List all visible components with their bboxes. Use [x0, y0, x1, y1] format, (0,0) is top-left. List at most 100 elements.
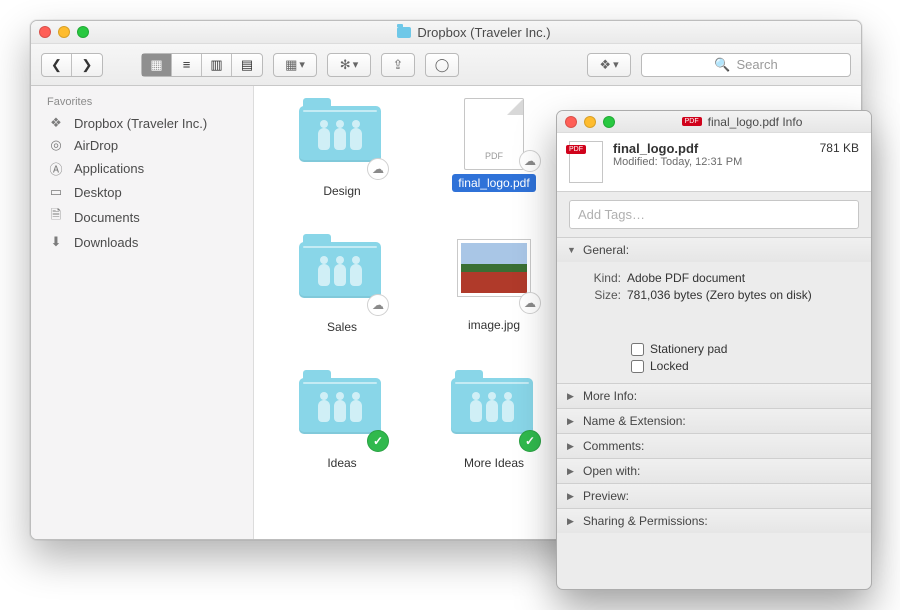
cloud-badge-icon: ☁	[519, 150, 541, 172]
view-icon-grid[interactable]: ▦	[142, 54, 172, 76]
desktop-icon: ▭	[47, 184, 65, 200]
pdf-badge-icon: PDF	[682, 117, 702, 126]
minimize-window-button[interactable]	[58, 26, 70, 38]
locked-checkbox[interactable]: Locked	[631, 359, 857, 373]
window-controls	[565, 116, 615, 128]
sidebar-item-applications[interactable]: Ⓐ Applications	[31, 156, 253, 181]
pdf-icon-label: PDF	[465, 151, 523, 161]
file-final-logo-pdf[interactable]: PDF ☁ final_logo.pdf	[424, 98, 564, 200]
stationery-checkbox[interactable]: Stationery pad	[631, 342, 857, 356]
kind-value: Adobe PDF document	[627, 271, 745, 285]
folder-icon	[299, 106, 381, 162]
window-title-text: Dropbox (Traveler Inc.)	[417, 25, 550, 40]
search-icon: 🔍	[714, 57, 730, 73]
info-window: PDF final_logo.pdf Info PDF final_logo.p…	[556, 110, 872, 590]
sidebar-item-label: AirDrop	[74, 138, 118, 153]
file-label: Ideas	[321, 454, 362, 472]
cloud-badge-icon: ☁	[519, 292, 541, 314]
sidebar-item-label: Dropbox (Traveler Inc.)	[74, 116, 207, 131]
locked-label: Locked	[650, 359, 689, 373]
sidebar-item-desktop[interactable]: ▭ Desktop	[31, 181, 253, 203]
search-placeholder: Search	[736, 57, 777, 72]
file-label: More Ideas	[458, 454, 530, 472]
action-menu[interactable]: ✻▾	[327, 53, 371, 77]
section-name-extension[interactable]: ▶ Name & Extension:	[557, 409, 871, 433]
sidebar-item-dropbox[interactable]: ❖ Dropbox (Traveler Inc.)	[31, 112, 253, 134]
view-columns[interactable]: ▥	[202, 54, 232, 76]
airdrop-icon: ◎	[47, 137, 65, 153]
sidebar-item-documents[interactable]: 🗎 Documents	[31, 203, 253, 231]
stationery-label: Stationery pad	[650, 342, 727, 356]
section-label: Sharing & Permissions:	[583, 514, 708, 528]
downloads-icon: ⬇	[47, 234, 65, 250]
section-label: More Info:	[583, 389, 637, 403]
synced-check-icon: ✓	[519, 430, 541, 452]
section-comments[interactable]: ▶ Comments:	[557, 434, 871, 458]
folder-icon	[299, 242, 381, 298]
tags-placeholder: Add Tags…	[578, 207, 645, 222]
synced-check-icon: ✓	[367, 430, 389, 452]
section-general[interactable]: ▼ General:	[557, 238, 871, 262]
view-switcher: ▦ ≡ ▥ ▤	[141, 53, 263, 77]
section-label: Comments:	[583, 439, 644, 453]
tags-button[interactable]: ◯	[425, 53, 459, 77]
arrange-menu[interactable]: ▦▾	[273, 53, 317, 77]
tags-input[interactable]: Add Tags…	[569, 200, 859, 229]
close-window-button[interactable]	[39, 26, 51, 38]
info-title-text: final_logo.pdf Info	[708, 115, 803, 129]
kind-label: Kind:	[585, 271, 621, 285]
disclosure-triangle-open-icon: ▼	[567, 245, 577, 255]
cloud-badge-icon: ☁	[367, 158, 389, 180]
section-preview[interactable]: ▶ Preview:	[557, 484, 871, 508]
folder-sales[interactable]: ☁ Sales	[272, 234, 412, 336]
dropbox-menu[interactable]: ❖▾	[587, 53, 631, 77]
modified-value: Today, 12:31 PM	[661, 156, 743, 168]
disclosure-triangle-icon: ▶	[567, 516, 577, 527]
sidebar-item-label: Desktop	[74, 185, 122, 200]
back-button[interactable]: ❮	[42, 54, 72, 76]
applications-icon: Ⓐ	[47, 159, 65, 178]
sidebar-item-label: Downloads	[74, 235, 138, 250]
section-sharing-permissions[interactable]: ▶ Sharing & Permissions:	[557, 509, 871, 533]
size-label: Size:	[585, 288, 621, 302]
info-titlebar: PDF final_logo.pdf Info	[557, 111, 871, 133]
locked-checkbox-input[interactable]	[631, 360, 644, 373]
size-value: 781,036 bytes (Zero bytes on disk)	[627, 288, 812, 302]
file-label: Design	[317, 182, 366, 200]
zoom-window-button[interactable]	[77, 26, 89, 38]
section-more-info[interactable]: ▶ More Info:	[557, 384, 871, 408]
disclosure-triangle-icon: ▶	[567, 491, 577, 502]
modified-label: Modified:	[613, 156, 658, 168]
pdf-icon: PDF	[464, 98, 524, 170]
sidebar-item-airdrop[interactable]: ◎ AirDrop	[31, 134, 253, 156]
minimize-window-button[interactable]	[584, 116, 596, 128]
view-gallery[interactable]: ▤	[232, 54, 262, 76]
search-field[interactable]: 🔍 Search	[641, 53, 851, 77]
disclosure-triangle-icon: ▶	[567, 441, 577, 452]
folder-design[interactable]: ☁ Design	[272, 98, 412, 200]
sidebar-item-label: Applications	[74, 161, 144, 176]
disclosure-triangle-icon: ▶	[567, 416, 577, 427]
image-thumbnail-icon	[458, 240, 530, 296]
forward-button[interactable]: ❯	[72, 54, 102, 76]
view-list[interactable]: ≡	[172, 54, 202, 76]
zoom-window-button[interactable]	[603, 116, 615, 128]
stationery-checkbox-input[interactable]	[631, 343, 644, 356]
folder-ideas[interactable]: ✓ Ideas	[272, 370, 412, 472]
info-file-size: 781 KB	[820, 141, 859, 155]
folder-icon	[451, 378, 533, 434]
window-title: Dropbox (Traveler Inc.)	[95, 25, 853, 40]
section-open-with[interactable]: ▶ Open with:	[557, 459, 871, 483]
sidebar-header: Favorites	[31, 92, 253, 112]
sidebar-item-label: Documents	[74, 210, 140, 225]
file-image-jpg[interactable]: ☁ image.jpg	[424, 234, 564, 336]
sidebar-item-downloads[interactable]: ⬇ Downloads	[31, 231, 253, 253]
file-label: final_logo.pdf	[452, 174, 535, 192]
share-button[interactable]: ⇪	[381, 53, 415, 77]
close-window-button[interactable]	[565, 116, 577, 128]
folder-more-ideas[interactable]: ✓ More Ideas	[424, 370, 564, 472]
finder-titlebar: Dropbox (Traveler Inc.)	[31, 21, 861, 44]
documents-icon: 🗎	[47, 206, 65, 228]
section-label: Name & Extension:	[583, 414, 686, 428]
section-label: General:	[583, 243, 629, 257]
